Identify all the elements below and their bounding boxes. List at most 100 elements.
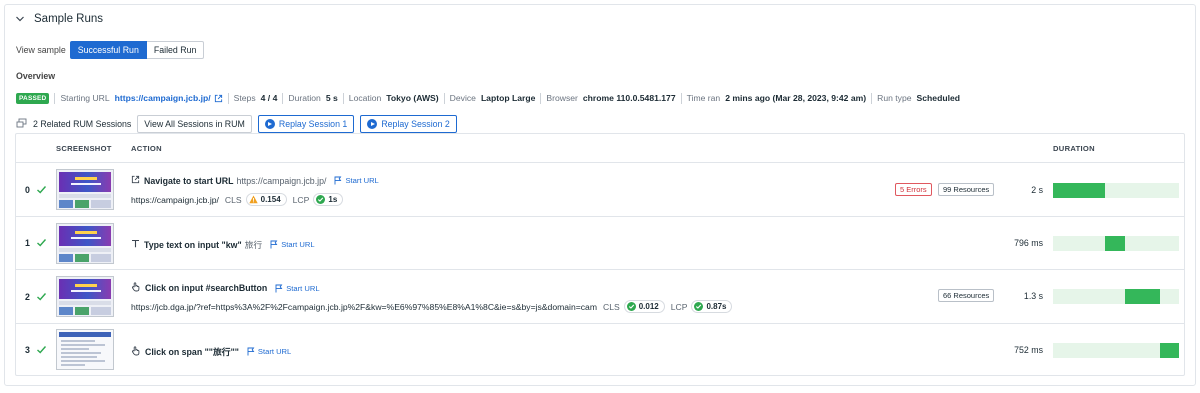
action-column-header: ACTION: [131, 144, 162, 153]
errors-badge[interactable]: 5 Errors: [895, 183, 932, 196]
divider: [342, 92, 344, 104]
start-url-label: Start URL: [257, 347, 292, 356]
section-header[interactable]: Sample Runs: [13, 12, 103, 26]
rum-sessions-icon: [16, 118, 27, 131]
pointer-hand-icon: [131, 282, 141, 294]
cls-label: CLS: [602, 301, 620, 312]
rum-sessions-row: 2 Related RUM Sessions View All Sessions…: [16, 115, 457, 133]
external-link-icon: [131, 175, 140, 186]
device-value: Laptop Large: [480, 93, 536, 103]
check-circle-icon: [694, 302, 704, 311]
check-icon: [36, 291, 47, 304]
step-action: Type text on input "kw" 旅行 Start URL: [131, 238, 315, 251]
starting-url-link[interactable]: https://campaign.jcb.jp/: [115, 93, 211, 103]
table-header: SCREENSHOT ACTION DURATION: [16, 134, 1184, 163]
step-action: Navigate to start URL https://campaign.j…: [131, 175, 379, 186]
duration-bar-track: [1053, 236, 1179, 251]
start-url-label: Start URL: [286, 283, 320, 293]
device-label: Device: [449, 93, 476, 103]
failed-run-button[interactable]: Failed Run: [146, 41, 205, 59]
duration-bar: [1104, 236, 1125, 251]
step-index: 0: [25, 185, 30, 195]
overview-heading: Overview: [16, 71, 56, 81]
step-action: Click on input #searchButton Start URL: [131, 282, 320, 294]
lcp-pill: 1s: [313, 193, 344, 206]
play-icon: [367, 119, 378, 129]
time-ran-value: 2 mins ago (Mar 28, 2023, 9:42 am): [725, 93, 867, 103]
lcp-value: 1s: [328, 195, 338, 204]
screenshot-column-header: SCREENSHOT: [56, 144, 112, 153]
table-row[interactable]: 1 Type text on input "kw" 旅行 Start URL 7…: [16, 218, 1184, 270]
view-sample-label: View sample: [16, 45, 66, 55]
divider: [540, 92, 542, 104]
browser-label: Browser: [546, 93, 578, 103]
starting-url-label: Starting URL: [60, 93, 110, 103]
divider: [443, 92, 445, 104]
step-duration: 796 ms: [1014, 238, 1043, 248]
external-link-icon[interactable]: [214, 94, 223, 103]
table-row[interactable]: 2 Click on input #searchButton Start URL…: [16, 271, 1184, 324]
duration-bar: [1053, 183, 1105, 198]
successful-run-button[interactable]: Successful Run: [69, 41, 147, 59]
step-url: https://jcb.dga.jp/?ref=https%3A%2F%2Fca…: [131, 301, 597, 312]
start-url-link[interactable]: Start URL: [275, 283, 320, 293]
step-metrics: https://jcb.dga.jp/?ref=https%3A%2F%2Fca…: [131, 300, 733, 313]
browser-value: chrome 110.0.5481.177: [582, 93, 676, 103]
pointer-hand-icon: [131, 345, 141, 358]
lcp-pill: 0.87s: [691, 300, 733, 313]
step-action-name: Navigate to start URL: [144, 175, 234, 186]
duration-bar-track: [1053, 183, 1179, 198]
duration-value: 5 s: [325, 93, 338, 103]
divider: [871, 92, 873, 104]
location-value: Tokyo (AWS): [386, 93, 439, 103]
duration-column-header: DURATION: [1053, 144, 1095, 153]
time-ran-label: Time ran: [686, 93, 721, 103]
lcp-label: LCP: [292, 194, 310, 205]
step-action-name: Type text on input "kw": [144, 239, 242, 250]
duration-bar-track: [1053, 343, 1179, 358]
step-metrics: https://campaign.jcb.jp/ CLS 0.154 LCP 1…: [131, 193, 344, 206]
cls-value: 0.154: [260, 195, 281, 204]
step-index: 2: [25, 292, 30, 302]
start-url-label: Start URL: [345, 176, 379, 185]
step-duration: 1.3 s: [1023, 291, 1043, 301]
cls-label: CLS: [224, 194, 242, 205]
check-icon: [36, 184, 47, 197]
start-url-link[interactable]: Start URL: [334, 176, 379, 185]
run-type-value: Scheduled: [916, 93, 960, 103]
duration-bar: [1124, 289, 1161, 304]
step-action: Click on span ""旅行"" Start URL: [131, 345, 291, 358]
check-icon: [36, 344, 47, 357]
steps-value: 4 / 4: [260, 93, 278, 103]
replay-session-1-button[interactable]: Replay Session 1: [257, 115, 355, 133]
start-url-link[interactable]: Start URL: [247, 347, 291, 356]
divider: [54, 92, 56, 104]
chevron-down-icon[interactable]: [13, 12, 27, 26]
check-circle-icon: [316, 195, 326, 204]
step-action-detail: 旅行: [244, 240, 263, 250]
divider: [227, 92, 229, 104]
table-row[interactable]: 0 Navigate to start URL https://campaign…: [16, 164, 1184, 217]
duration-bar-track: [1053, 289, 1179, 304]
view-sample-control: View sample Successful Run Failed Run: [16, 41, 205, 59]
step-duration: 752 ms: [1014, 345, 1043, 355]
cls-pill: 0.012: [623, 300, 665, 313]
table-row[interactable]: 3 Click on span ""旅行"" Start URL 752 ms: [16, 325, 1184, 376]
duration-label: Duration: [288, 93, 321, 103]
check-icon: [36, 237, 47, 250]
lcp-label: LCP: [670, 301, 688, 312]
replay-session-2-button[interactable]: Replay Session 2: [360, 115, 457, 133]
steps-label: Steps: [233, 93, 256, 103]
step-screenshot-thumbnail[interactable]: [56, 169, 114, 210]
run-type-label: Run type: [877, 93, 912, 103]
step-screenshot-thumbnail[interactable]: [56, 329, 114, 370]
step-index: 3: [25, 345, 30, 355]
view-all-sessions-button[interactable]: View All Sessions in RUM: [137, 115, 252, 133]
step-screenshot-thumbnail[interactable]: [56, 276, 114, 317]
step-screenshot-thumbnail[interactable]: [56, 223, 114, 264]
start-url-link[interactable]: Start URL: [270, 240, 315, 249]
replay-session-2-label: Replay Session 2: [381, 119, 450, 129]
status-badge: PASSED: [16, 92, 50, 104]
replay-session-1-label: Replay Session 1: [278, 119, 348, 129]
divider: [680, 92, 682, 104]
